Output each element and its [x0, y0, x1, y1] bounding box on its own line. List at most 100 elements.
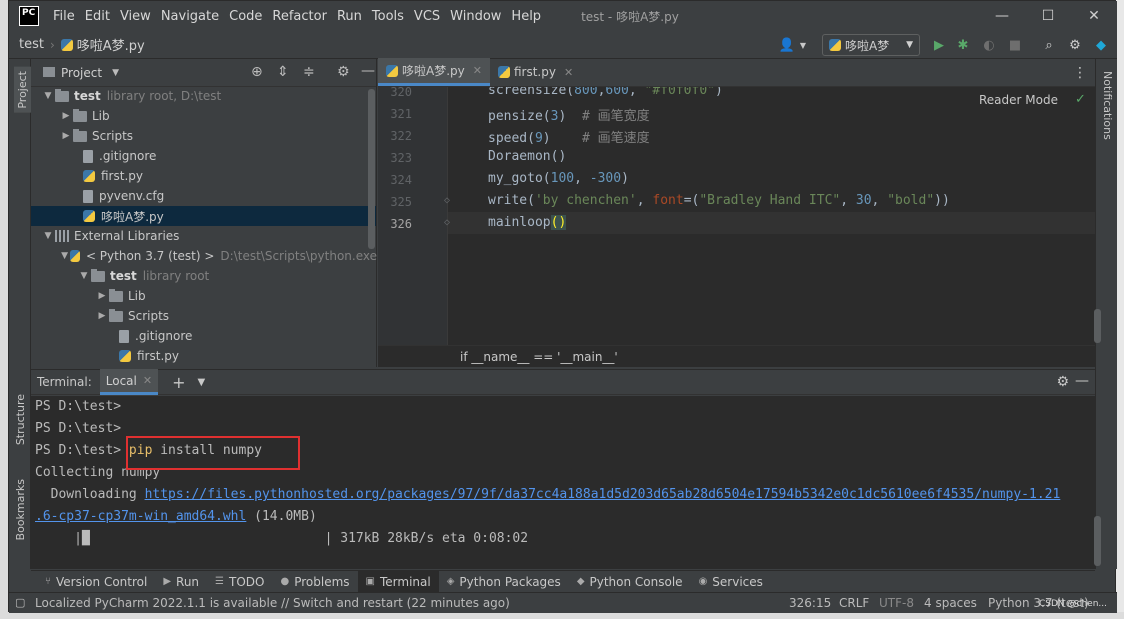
fold-icon[interactable]: ◇ — [444, 195, 450, 206]
close-icon[interactable]: ✕ — [564, 66, 573, 79]
project-view-select[interactable]: Project — [61, 66, 102, 80]
menu-help[interactable]: Help — [511, 9, 541, 24]
debug-icon[interactable]: ✱ — [955, 37, 971, 53]
tool-python-packages[interactable]: ◈ Python Packages — [439, 571, 569, 593]
tool-run[interactable]: ▶ Run — [155, 571, 207, 593]
tree-item-first-py-2[interactable]: first.py — [119, 346, 179, 366]
plugin-icon[interactable]: ◆ — [1093, 37, 1109, 53]
tool-problems[interactable]: ● Problems — [272, 571, 357, 593]
locate-icon[interactable]: ⊕ — [251, 64, 263, 80]
search-icon[interactable]: ⌕ — [1041, 37, 1057, 53]
collapse-all-icon[interactable]: ≑ — [303, 64, 315, 80]
caret-position[interactable]: 326:15 — [789, 596, 831, 610]
chevron-down-icon[interactable]: ▼ — [795, 37, 811, 53]
code-line-320: screensize(800,600, "#f0f0f0") — [488, 87, 723, 98]
more-options-icon[interactable]: ⋮ — [1073, 65, 1087, 81]
panel-toggle-icon[interactable]: ▢ — [15, 596, 25, 609]
code-editor[interactable]: 320 321 322 323 324 325 326 ◇ ◇ screensi… — [378, 87, 1095, 345]
tree-item-scripts[interactable]: ▶ Scripts — [59, 126, 133, 146]
terminal-scrollbar[interactable] — [1094, 516, 1101, 566]
tree-item-scripts-2[interactable]: ▶ Scripts — [95, 306, 169, 326]
gear-icon[interactable]: ⚙ — [1056, 374, 1069, 390]
chevron-down-icon[interactable]: ▼ — [59, 251, 70, 261]
tree-item-test-root[interactable]: ▼ test library root, D:\test — [41, 86, 377, 106]
terminal-output[interactable]: PS D:\test> PS D:\test> PS D:\test> pip … — [31, 396, 1095, 569]
file-encoding[interactable]: UTF-8 — [879, 596, 914, 610]
download-link[interactable]: .6-cp37-cp37m-win_amd64.whl — [35, 509, 246, 524]
reader-mode-toggle[interactable]: Reader Mode — [979, 93, 1058, 107]
nav-file[interactable]: 哆啦A梦.py — [77, 35, 145, 54]
menu-code[interactable]: Code — [229, 9, 262, 24]
tab-first-py[interactable]: first.py ✕ — [490, 58, 581, 86]
chevron-right-icon[interactable]: ▶ — [95, 311, 109, 321]
menu-vcs[interactable]: VCS — [414, 9, 440, 24]
nav-project[interactable]: test — [19, 37, 44, 52]
tree-item-gitignore-2[interactable]: .gitignore — [119, 326, 192, 346]
expand-all-icon[interactable]: ⇕ — [277, 64, 289, 80]
menu-refactor[interactable]: Refactor — [272, 9, 327, 24]
editor-scrollbar[interactable] — [1094, 309, 1101, 343]
gear-icon[interactable]: ⚙ — [1067, 37, 1083, 53]
close-button[interactable]: ✕ — [1071, 1, 1117, 31]
gear-icon[interactable]: ⚙ — [337, 64, 350, 80]
chevron-down-icon[interactable]: ▼ — [41, 91, 55, 101]
add-icon[interactable]: + — [172, 373, 185, 392]
status-message[interactable]: Localized PyCharm 2022.1.1 is available … — [35, 596, 510, 610]
stop-icon[interactable]: ■ — [1007, 37, 1023, 53]
line-separator[interactable]: CRLF — [839, 596, 869, 610]
chevron-right-icon[interactable]: ▶ — [59, 131, 73, 141]
folder-icon — [109, 288, 123, 302]
close-icon[interactable]: ✕ — [473, 64, 482, 77]
chevron-down-icon[interactable]: ▼ — [198, 377, 206, 388]
tree-item-lib[interactable]: ▶ Lib — [59, 106, 110, 126]
tree-item-lib-2[interactable]: ▶ Lib — [95, 286, 146, 306]
inspection-ok-icon[interactable]: ✓ — [1075, 92, 1086, 107]
tree-item-first-py[interactable]: first.py — [83, 166, 143, 186]
tool-terminal[interactable]: ▣ Terminal — [357, 570, 439, 593]
tab-doraemon-py[interactable]: 哆啦A梦.py ✕ — [378, 58, 490, 86]
tool-todo[interactable]: ☰ TODO — [207, 571, 272, 593]
structure-tool-button[interactable]: Structure — [14, 394, 27, 445]
minimize-button[interactable]: — — [979, 1, 1025, 31]
tree-item-label: Lib — [92, 109, 110, 123]
project-scrollbar[interactable] — [368, 89, 375, 249]
tree-item-pyvenv-cfg[interactable]: pyvenv.cfg — [83, 186, 164, 206]
coverage-icon[interactable]: ◐ — [981, 37, 997, 53]
tool-python-console[interactable]: ◆ Python Console — [569, 571, 691, 593]
indent-setting[interactable]: 4 spaces — [924, 596, 977, 610]
bookmarks-tool-button[interactable]: Bookmarks — [14, 479, 27, 540]
tree-item-gitignore[interactable]: .gitignore — [83, 146, 156, 166]
chevron-down-icon[interactable]: ▼ — [41, 231, 55, 241]
chevron-right-icon[interactable]: ▶ — [59, 111, 73, 121]
download-link[interactable]: https://files.pythonhosted.org/packages/… — [145, 487, 1061, 502]
menu-tools[interactable]: Tools — [372, 9, 404, 24]
tool-version-control[interactable]: ⑂ Version Control — [37, 571, 155, 593]
tool-services[interactable]: ◉ Services — [691, 571, 771, 593]
hide-icon[interactable]: — — [1075, 373, 1089, 389]
menu-window[interactable]: Window — [450, 9, 501, 24]
line-number: 324 — [390, 173, 412, 187]
maximize-button[interactable]: ☐ — [1025, 1, 1071, 31]
run-configuration-select[interactable]: 哆啦A梦 ▼ — [822, 34, 920, 56]
tree-item-external-libraries[interactable]: ▼ External Libraries — [41, 226, 180, 246]
user-icon[interactable]: 👤 — [779, 37, 795, 53]
chevron-down-icon[interactable]: ▼ — [77, 271, 91, 281]
menu-run[interactable]: Run — [337, 9, 362, 24]
chevron-down-icon[interactable]: ▼ — [112, 68, 119, 78]
fold-icon[interactable]: ◇ — [444, 217, 450, 228]
terminal-tab-local[interactable]: Local ✕ — [99, 369, 159, 395]
chevron-right-icon[interactable]: ▶ — [95, 291, 109, 301]
tree-item-python-interpreter[interactable]: ▼ < Python 3.7 (test) > D:\test\Scripts\… — [59, 246, 377, 266]
menu-edit[interactable]: Edit — [85, 9, 110, 24]
notifications-tool-button[interactable]: Notifications — [1101, 71, 1114, 140]
tree-item-test-library-root[interactable]: ▼ test library root — [77, 266, 209, 286]
menu-view[interactable]: View — [120, 9, 151, 24]
hide-icon[interactable]: — — [361, 63, 375, 79]
close-icon[interactable]: ✕ — [143, 374, 152, 387]
breadcrumb[interactable]: if __name__ == '__main__' — [460, 350, 618, 364]
run-icon[interactable]: ▶ — [931, 37, 947, 53]
menu-file[interactable]: File — [53, 9, 75, 24]
project-tool-button[interactable]: Project — [14, 67, 31, 113]
tree-item-doraemon-py[interactable]: 哆啦A梦.py — [31, 206, 376, 226]
menu-navigate[interactable]: Navigate — [161, 9, 219, 24]
